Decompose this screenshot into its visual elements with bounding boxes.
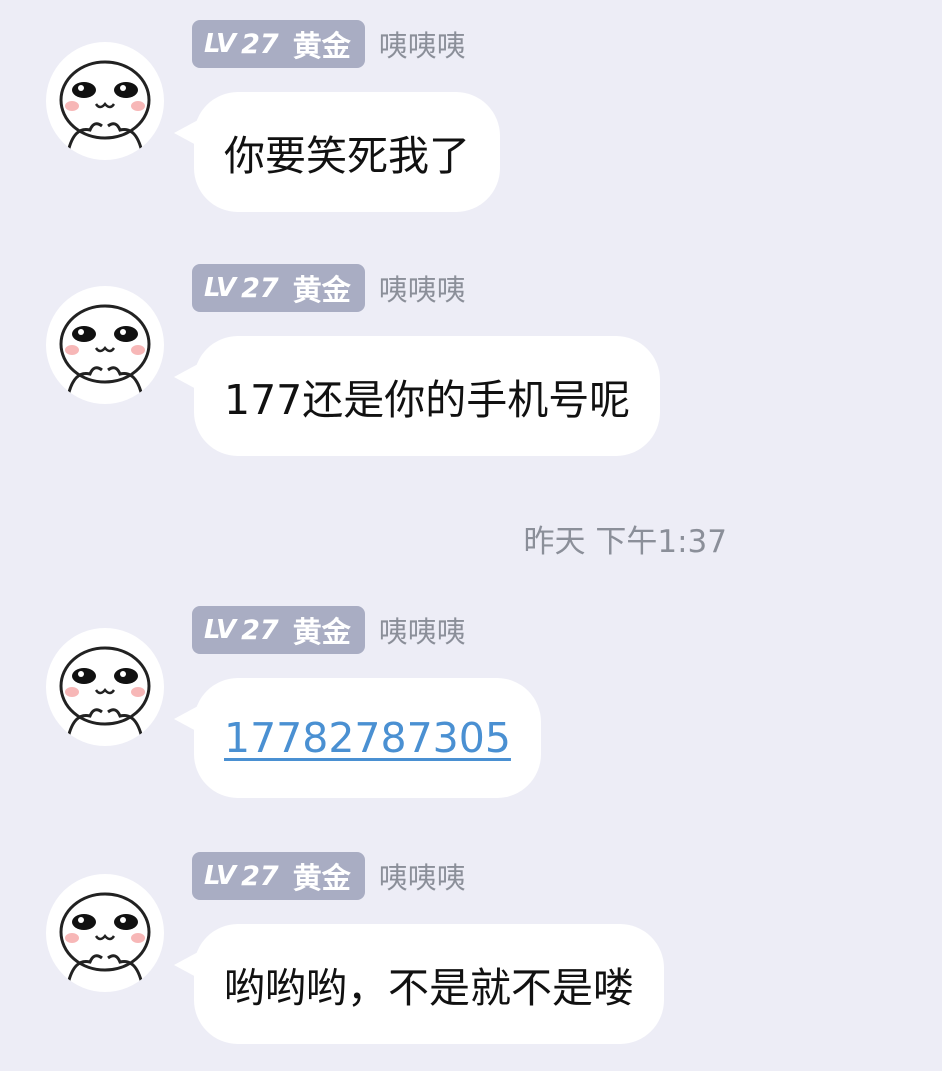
sticker-face-icon	[59, 646, 151, 739]
message-row: LV 27 黄金 咦咦咦 17782787305	[0, 606, 942, 816]
message-bubble[interactable]: 你要笑死我了	[174, 92, 500, 212]
message-text: 哟哟哟，不是就不是喽	[224, 964, 634, 1012]
message-timestamp: 昨天 下午1:37	[523, 524, 727, 560]
level-tier: 黄金	[292, 273, 351, 307]
level-tier: 黄金	[292, 861, 351, 895]
level-prefix: LV	[204, 29, 236, 59]
sticker-face-icon	[59, 304, 151, 397]
bubble-tail	[174, 364, 198, 390]
level-tier: 黄金	[292, 615, 351, 649]
avatar[interactable]	[46, 42, 164, 160]
message-row: LV 27 黄金 咦咦咦 你要笑死我了	[0, 20, 942, 230]
avatar[interactable]	[46, 874, 164, 992]
sender-meta: LV 27 黄金 咦咦咦	[192, 852, 466, 900]
message-bubble[interactable]: 哟哟哟，不是就不是喽	[174, 924, 664, 1044]
sender-meta: LV 27 黄金 咦咦咦	[192, 606, 466, 654]
level-number: 27	[241, 272, 279, 304]
level-badge: LV 27 黄金	[192, 852, 365, 900]
sender-nickname[interactable]: 咦咦咦	[379, 23, 466, 65]
phone-number-link[interactable]: 17782787305	[224, 714, 511, 762]
level-prefix: LV	[204, 615, 236, 645]
bubble-tail	[174, 706, 198, 732]
sender-nickname[interactable]: 咦咦咦	[379, 609, 466, 651]
level-number: 27	[241, 28, 279, 60]
sender-meta: LV 27 黄金 咦咦咦	[192, 20, 466, 68]
message-bubble[interactable]: 177还是你的手机号呢	[174, 336, 661, 456]
sticker-face-icon	[59, 60, 151, 153]
message-text: 177还是你的手机号呢	[224, 376, 631, 424]
bubble-tail	[174, 120, 198, 146]
message-row: LV 27 黄金 咦咦咦 177还是你的手机号呢	[0, 264, 942, 474]
sender-nickname[interactable]: 咦咦咦	[379, 267, 466, 309]
level-number: 27	[241, 860, 279, 892]
level-badge: LV 27 黄金	[192, 606, 365, 654]
bubble-tail	[174, 952, 198, 978]
message-bubble[interactable]: 17782787305	[174, 678, 541, 798]
message-text: 你要笑死我了	[224, 132, 470, 180]
level-badge: LV 27 黄金	[192, 264, 365, 312]
sender-meta: LV 27 黄金 咦咦咦	[192, 264, 466, 312]
level-badge: LV 27 黄金	[192, 20, 365, 68]
level-number: 27	[241, 614, 279, 646]
message-row: LV 27 黄金 咦咦咦 哟哟哟，不是就不是喽	[0, 852, 942, 1062]
level-prefix: LV	[204, 861, 236, 891]
sticker-face-icon	[59, 892, 151, 985]
avatar[interactable]	[46, 286, 164, 404]
level-tier: 黄金	[292, 29, 351, 63]
avatar[interactable]	[46, 628, 164, 746]
level-prefix: LV	[204, 273, 236, 303]
sender-nickname[interactable]: 咦咦咦	[379, 855, 466, 897]
